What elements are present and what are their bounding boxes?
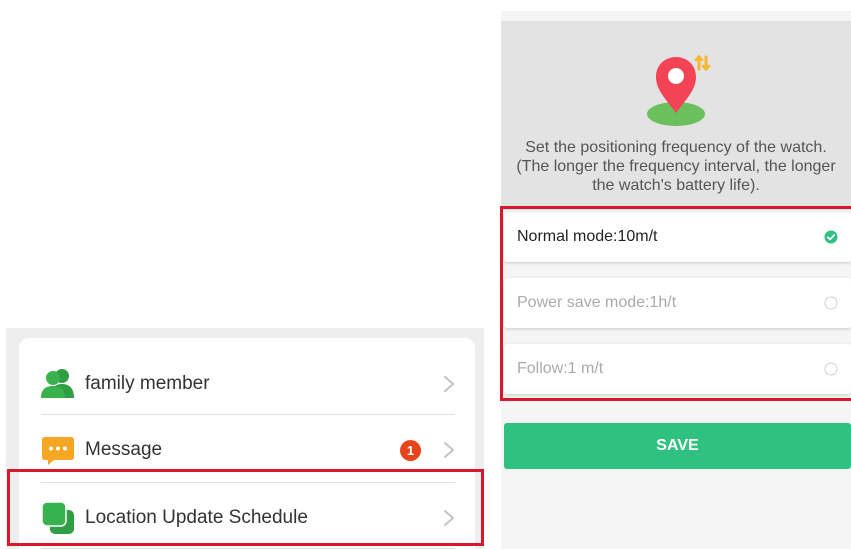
menu-item-location-update-schedule[interactable]: Location Update Schedule [19,484,475,549]
location-frequency-panel: Set the positioning frequency of the wat… [501,11,851,549]
menu-item-label: Message [85,439,163,460]
mode-label: Power save mode:1h/t [517,294,677,311]
frequency-description: Set the positioning frequency of the wat… [516,139,836,194]
message-icon [42,437,74,465]
mode-option-normal[interactable]: Normal mode:10m/t [504,212,851,262]
menu-divider [41,482,455,483]
mode-option-follow[interactable]: Follow:1 m/t [504,344,851,394]
chevron-right-icon [444,510,454,526]
menu-item-family-member[interactable]: family member [19,350,475,418]
mode-label: Follow:1 m/t [517,360,604,377]
frequency-info-header: Set the positioning frequency of the wat… [501,21,851,210]
unselected-radio-icon [824,296,838,310]
settings-menu-card: family member Message 1 Location Update … [19,338,475,549]
menu-item-message[interactable]: Message 1 [19,416,475,484]
mode-option-power-save[interactable]: Power save mode:1h/t [504,278,851,328]
location-schedule-icon [41,501,74,534]
family-member-icon [41,369,74,398]
save-button[interactable]: SAVE [504,423,851,469]
menu-item-label: Location Update Schedule [85,507,308,528]
unselected-radio-icon [824,362,838,376]
selected-check-icon [824,230,838,244]
chevron-right-icon [444,376,454,392]
unread-count-badge: 1 [400,439,421,461]
location-pin-update-icon [647,55,711,126]
settings-menu-panel: family member Message 1 Location Update … [6,328,484,549]
chevron-right-icon [444,442,454,458]
menu-divider [41,414,455,415]
mode-label: Normal mode:10m/t [517,228,658,245]
menu-item-label: family member [85,373,210,394]
